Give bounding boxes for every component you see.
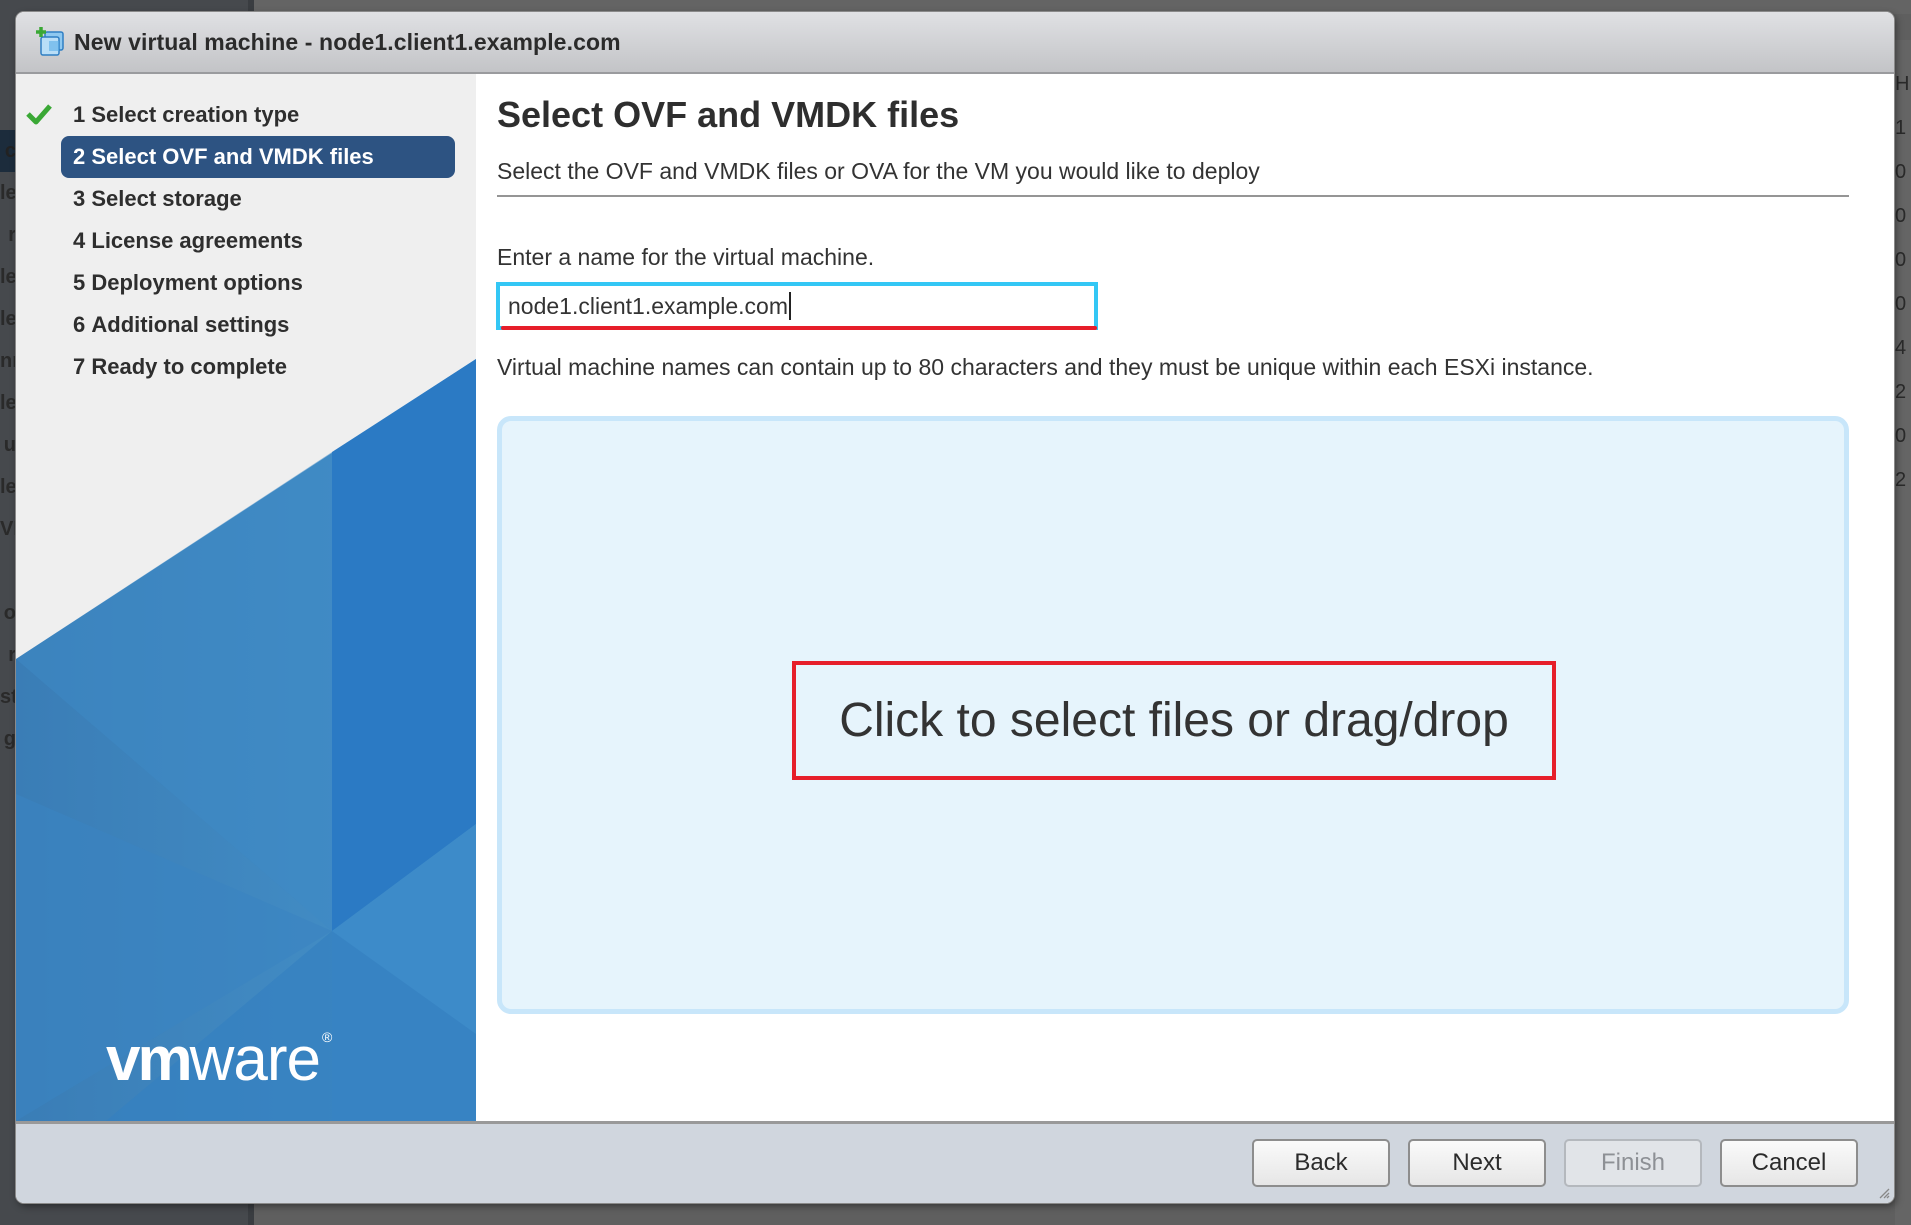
dialog-titlebar[interactable]: New virtual machine - node1.client1.exam… (16, 12, 1894, 74)
cancel-button[interactable]: Cancel (1720, 1139, 1858, 1187)
text-caret (788, 292, 791, 320)
new-vm-icon (36, 27, 64, 56)
logo-ware: ware (189, 1025, 321, 1094)
background-sidebar-items: c le r le le nr le u le VI o r st g (0, 130, 16, 760)
page-subtitle: Select the OVF and VMDK files or OVA for… (497, 158, 1260, 184)
wizard-step-select-storage[interactable]: 3 Select storage (61, 178, 455, 220)
next-button[interactable]: Next (1408, 1139, 1546, 1187)
input-highlight-underline (501, 326, 1097, 330)
background-cell: 0 (1895, 249, 1907, 271)
drop-zone-label: Click to select files or drag/drop (839, 694, 1509, 747)
resize-grip-icon[interactable] (1878, 1187, 1890, 1199)
finish-button: Finish (1564, 1139, 1702, 1187)
wizard-steps: 1 Select creation type 2 Select OVF and … (16, 94, 476, 388)
dialog-title: New virtual machine - node1.client1.exam… (74, 28, 621, 55)
checkmark-icon (26, 104, 52, 125)
wizard-step-license-agreements[interactable]: 4 License agreements (61, 220, 455, 262)
background-sidebar-item: nr (0, 350, 16, 372)
background-table-column: H 1 0 0 0 0 4 2 0 2 (1895, 40, 1911, 1225)
step-number: 4 (73, 228, 86, 253)
step-label: Additional settings (91, 312, 290, 337)
wizard-step-select-creation-type[interactable]: 1 Select creation type (26, 94, 455, 136)
step-label: Select creation type (91, 102, 300, 127)
wizard-footer: Back Next Finish Cancel (16, 1121, 1894, 1203)
wizard-content: Select OVF and VMDK files Select the OVF… (476, 74, 1894, 1121)
background-sidebar-item: le (0, 392, 16, 414)
background-sidebar-item (0, 550, 16, 592)
step-number: 2 (73, 144, 86, 169)
background-sidebar-item: le (0, 266, 16, 288)
step-label: Select OVF and VMDK files (91, 144, 374, 169)
background-sidebar-item: le (0, 476, 16, 498)
file-drop-zone[interactable]: Click to select files or drag/drop (497, 416, 1849, 1014)
logo-vm: vm (106, 1025, 193, 1094)
new-vm-wizard-dialog: New virtual machine - node1.client1.exam… (16, 12, 1894, 1203)
step-label: Ready to complete (91, 354, 287, 379)
select-files-button[interactable]: Click to select files or drag/drop (792, 661, 1556, 780)
background-cell: 0 (1895, 425, 1907, 447)
step-number: 7 (73, 354, 86, 379)
step-number: 1 (73, 102, 86, 127)
background-cell: 0 (1895, 161, 1907, 183)
background-cell: 4 (1895, 337, 1907, 359)
background-cell: 0 (1895, 205, 1907, 227)
background-cell: 0 (1895, 293, 1907, 315)
step-number: 6 (73, 312, 86, 337)
wizard-sidebar: 1 Select creation type 2 Select OVF and … (16, 74, 476, 1121)
step-label: License agreements (91, 228, 303, 253)
wizard-step-ready-to-complete[interactable]: 7 Ready to complete (61, 346, 455, 388)
background-sidebar-item: r (8, 224, 16, 246)
wizard-step-deployment-options[interactable]: 5 Deployment options (61, 262, 455, 304)
back-button[interactable]: Back (1252, 1139, 1390, 1187)
step-label: Select storage (91, 186, 242, 211)
step-number: 5 (73, 270, 86, 295)
background-sidebar-item: o (3, 602, 16, 624)
step-number: 3 (73, 186, 86, 211)
wizard-step-select-ovf-vmdk[interactable]: 2 Select OVF and VMDK files (61, 136, 455, 178)
background-cell: 2 (1895, 469, 1907, 491)
page-title: Select OVF and VMDK files (497, 94, 960, 135)
step-label: Deployment options (91, 270, 303, 295)
vm-name-label: Enter a name for the virtual machine. (497, 244, 875, 270)
vm-name-input[interactable] (496, 282, 1098, 330)
background-sidebar-item: st (0, 686, 16, 708)
wizard-step-additional-settings[interactable]: 6 Additional settings (61, 304, 455, 346)
background-sidebar-item: le (0, 182, 16, 204)
background-sidebar-item: c (0, 130, 16, 172)
background-sidebar-item: VI (0, 518, 16, 540)
vmware-logo: vmware ® (106, 1024, 332, 1095)
registered-mark: ® (322, 1029, 332, 1045)
background-sidebar-item: g (3, 728, 16, 750)
vm-name-help-text: Virtual machine names can contain up to … (497, 354, 1594, 380)
background-column-header: H (1895, 73, 1910, 95)
background-sidebar-item: r (8, 644, 16, 666)
background-sidebar-item: u (3, 434, 16, 456)
background-cell: 2 (1895, 381, 1907, 403)
background-sidebar-item: le (0, 308, 16, 330)
header-divider (497, 195, 1849, 197)
background-cell: 1 (1895, 117, 1907, 139)
